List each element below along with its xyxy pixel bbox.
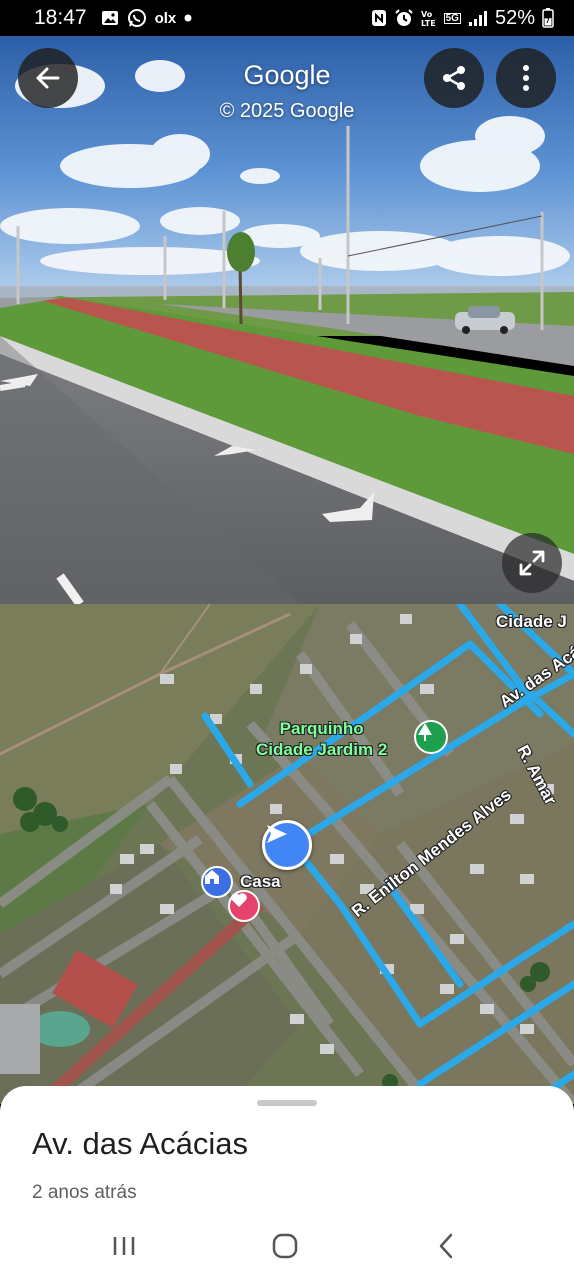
status-bar: 18:47 olx Vo LTE 5G 52% (0, 0, 574, 36)
expand-button[interactable] (502, 533, 562, 593)
status-time: 18:47 (34, 6, 87, 29)
direction-arrow-icon (267, 825, 287, 843)
drag-handle[interactable] (257, 1100, 317, 1106)
tree-icon (418, 723, 432, 741)
map-label-cidade: Cidade J (496, 612, 567, 631)
home-circle-icon (272, 1233, 298, 1259)
volte-icon: Vo LTE (421, 8, 437, 28)
place-title: Av. das Acácias (32, 1126, 248, 1161)
home-button[interactable] (265, 1230, 305, 1262)
svg-text:LTE: LTE (421, 19, 436, 28)
image-icon (101, 9, 119, 27)
battery-percent: 52% (494, 6, 535, 29)
chevron-left-icon (439, 1233, 453, 1259)
map-label-park: Parquinho Cidade Jardim 2 (256, 718, 387, 760)
whatsapp-icon (127, 8, 147, 28)
recents-icon (113, 1237, 135, 1255)
network-badge: 5G (443, 12, 461, 24)
recent-apps-button[interactable] (104, 1230, 144, 1262)
dot-icon (184, 14, 192, 22)
street-view-title: Google (243, 60, 331, 90)
park-label-line2: Cidade Jardim 2 (256, 740, 388, 759)
park-label-line1: Parquinho (279, 719, 364, 738)
more-options-button[interactable] (496, 48, 556, 108)
svg-text:Vo: Vo (421, 10, 433, 19)
street-view-panorama[interactable]: Google © 2025 Google (0, 36, 574, 604)
share-icon (443, 66, 465, 90)
satellite-map[interactable]: Cidade J Parquinho Cidade Jardim 2 Av. d… (0, 604, 574, 1104)
street-view-copyright: © 2025 Google (219, 100, 355, 122)
nfc-icon (371, 9, 387, 27)
back-nav-button[interactable] (426, 1230, 466, 1262)
fullscreen-icon (519, 550, 545, 576)
home-icon (205, 870, 219, 884)
system-nav-bar (0, 1212, 574, 1280)
share-button[interactable] (424, 48, 484, 108)
home-pin[interactable] (201, 866, 233, 898)
street-view-position-marker[interactable] (262, 820, 312, 870)
5g-icon: 5G (443, 12, 461, 24)
more-vert-icon (523, 65, 529, 91)
park-pin[interactable] (414, 720, 448, 754)
map-label-casa: Casa (240, 872, 281, 891)
alarm-icon (394, 8, 414, 28)
battery-icon (542, 8, 554, 28)
heart-icon (231, 893, 247, 907)
signal-icon (468, 9, 488, 27)
olx-icon: olx (154, 9, 177, 27)
place-capture-date: 2 anos atrás (32, 1182, 137, 1203)
street-view-header: Google © 2025 Google (0, 36, 574, 146)
favorite-pin[interactable] (228, 890, 260, 922)
